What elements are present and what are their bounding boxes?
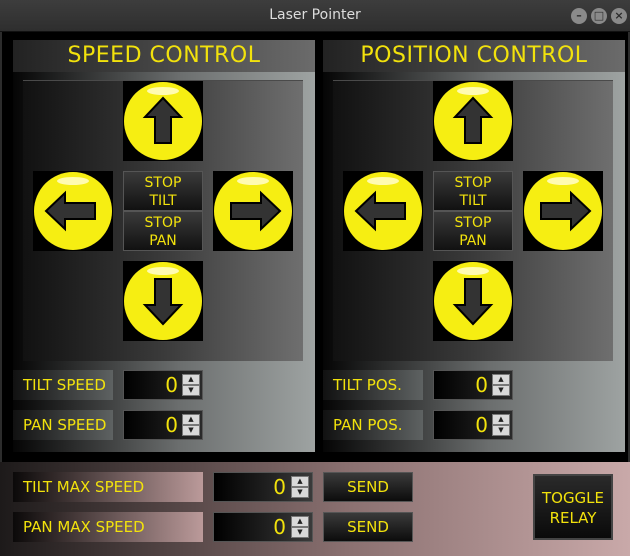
arrow-left-icon [34, 172, 112, 250]
spin-up-icon[interactable]: ▲ [291, 476, 309, 487]
pan-max-speed-spinbox[interactable]: 0 ▲ ▼ [213, 512, 313, 542]
pan-speed-value: 0 [165, 413, 178, 437]
arrow-down-icon [124, 262, 202, 340]
tilt-max-speed-spinbox[interactable]: 0 ▲ ▼ [213, 472, 313, 502]
speed-left-button[interactable] [33, 171, 113, 251]
position-arrow-pad: STOP TILT STOP PAN [333, 80, 613, 361]
arrow-down-icon [434, 262, 512, 340]
position-control-body: STOP TILT STOP PAN TILT POS. 0 ▲ ▼ PAN P… [323, 72, 625, 452]
spin-down-icon[interactable]: ▼ [291, 487, 309, 498]
tilt-speed-spinbox[interactable]: 0 ▲ ▼ [123, 370, 203, 400]
speed-control-panel: SPEED CONTROL STOP TILT STOP PAN TILT SP… [13, 40, 315, 452]
speed-arrow-pad: STOP TILT STOP PAN [23, 80, 303, 361]
speed-stop-tilt-button[interactable]: STOP TILT [123, 171, 203, 211]
position-down-button[interactable] [433, 261, 513, 341]
position-stop-tilt-button[interactable]: STOP TILT [433, 171, 513, 211]
stop-pan-label-line1: STOP [454, 215, 492, 231]
window-title: Laser Pointer [269, 7, 361, 23]
stop-pan-label-line2: PAN [459, 233, 487, 249]
spin-up-icon[interactable]: ▲ [291, 516, 309, 527]
send-tilt-max-button[interactable]: SEND [323, 472, 413, 502]
pan-max-speed-value: 0 [273, 515, 286, 539]
position-control-panel: POSITION CONTROL STOP TILT STOP PAN TILT… [323, 40, 625, 452]
position-control-title: POSITION CONTROL [323, 40, 625, 72]
stop-pan-label-line2: PAN [149, 233, 177, 249]
spin-down-icon[interactable]: ▼ [291, 527, 309, 538]
position-up-button[interactable] [433, 81, 513, 161]
speed-up-button[interactable] [123, 81, 203, 161]
spin-down-icon[interactable]: ▼ [492, 425, 510, 436]
tilt-speed-value: 0 [165, 373, 178, 397]
send-pan-max-button[interactable]: SEND [323, 512, 413, 542]
spin-up-icon[interactable]: ▲ [182, 414, 200, 425]
stop-tilt-label-line2: TILT [459, 193, 487, 209]
tilt-speed-label: TILT SPEED [13, 370, 113, 400]
close-icon[interactable]: × [611, 8, 627, 24]
pan-pos-label: PAN POS. [323, 410, 423, 440]
stop-pan-label-line1: STOP [144, 215, 182, 231]
spin-down-icon[interactable]: ▼ [182, 425, 200, 436]
toggle-relay-label-line1: TOGGLE [541, 489, 605, 507]
position-left-button[interactable] [343, 171, 423, 251]
pan-speed-label: PAN SPEED [13, 410, 113, 440]
arrow-right-icon [214, 172, 292, 250]
speed-control-title: SPEED CONTROL [13, 40, 315, 72]
speed-right-button[interactable] [213, 171, 293, 251]
speed-control-body: STOP TILT STOP PAN TILT SPEED 0 ▲ ▼ PAN … [13, 72, 315, 452]
arrow-up-icon [434, 82, 512, 160]
maximize-icon[interactable]: □ [591, 8, 607, 24]
arrow-right-icon [524, 172, 602, 250]
window-titlebar: Laser Pointer – □ × [0, 0, 630, 32]
stop-tilt-label-line2: TILT [149, 193, 177, 209]
max-speed-bar: TILT MAX SPEED 0 ▲ ▼ SEND PAN MAX SPEED … [0, 462, 630, 556]
tilt-max-speed-label: TILT MAX SPEED [13, 472, 203, 502]
tilt-pos-label: TILT POS. [323, 370, 423, 400]
arrow-up-icon [124, 82, 202, 160]
toggle-relay-button[interactable]: TOGGLE RELAY [533, 474, 613, 540]
stop-tilt-label-line1: STOP [144, 175, 182, 191]
stop-tilt-label-line1: STOP [454, 175, 492, 191]
arrow-left-icon [344, 172, 422, 250]
minimize-icon[interactable]: – [571, 8, 587, 24]
speed-down-button[interactable] [123, 261, 203, 341]
tilt-pos-value: 0 [475, 373, 488, 397]
tilt-pos-spinbox[interactable]: 0 ▲ ▼ [433, 370, 513, 400]
position-stop-pan-button[interactable]: STOP PAN [433, 211, 513, 251]
spin-down-icon[interactable]: ▼ [182, 385, 200, 396]
speed-stop-pan-button[interactable]: STOP PAN [123, 211, 203, 251]
pan-max-speed-label: PAN MAX SPEED [13, 512, 203, 542]
spin-down-icon[interactable]: ▼ [492, 385, 510, 396]
position-right-button[interactable] [523, 171, 603, 251]
spin-up-icon[interactable]: ▲ [492, 374, 510, 385]
pan-pos-spinbox[interactable]: 0 ▲ ▼ [433, 410, 513, 440]
pan-pos-value: 0 [475, 413, 488, 437]
toggle-relay-label-line2: RELAY [549, 509, 597, 527]
pan-speed-spinbox[interactable]: 0 ▲ ▼ [123, 410, 203, 440]
spin-up-icon[interactable]: ▲ [492, 414, 510, 425]
tilt-max-speed-value: 0 [273, 475, 286, 499]
spin-up-icon[interactable]: ▲ [182, 374, 200, 385]
